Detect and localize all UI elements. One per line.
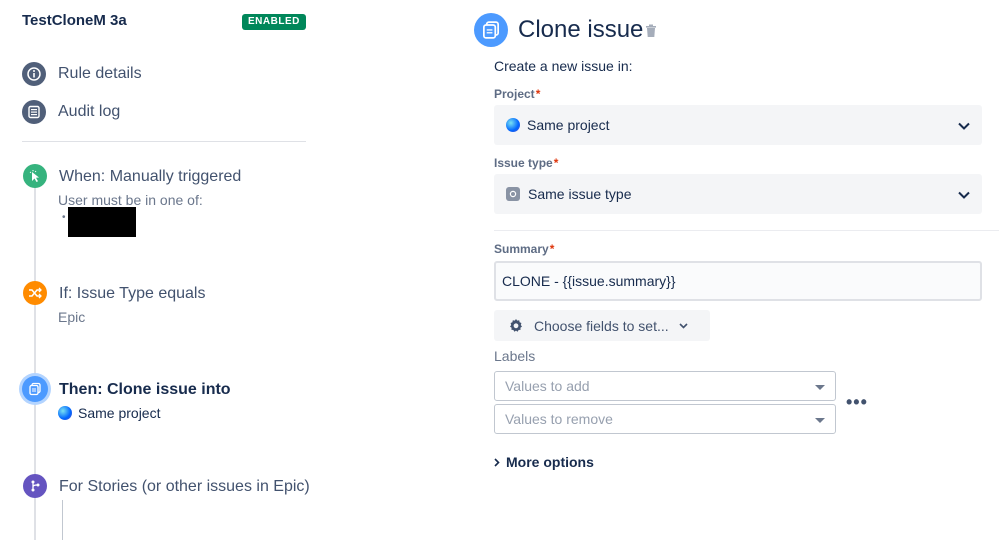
sidebar-divider [22, 141, 306, 142]
trash-icon[interactable] [645, 24, 657, 43]
issue-type-icon [506, 187, 520, 201]
action-step-subtitle-label: Same project [78, 405, 161, 421]
project-label: Project* [494, 87, 540, 101]
required-marker: * [549, 242, 555, 256]
panel-intro-text: Create a new issue in: [494, 58, 633, 74]
info-icon [22, 62, 46, 86]
panel-title: Clone issue [518, 16, 644, 43]
action-step-subtitle: Same project [58, 405, 160, 421]
project-select[interactable]: Same project [494, 105, 982, 145]
nav-item-rule-details[interactable]: Rule details [22, 62, 142, 86]
project-label-text: Project [494, 87, 535, 101]
condition-step-title[interactable]: If: Issue Type equals [59, 285, 205, 303]
section-divider [494, 230, 999, 231]
gear-icon [508, 318, 524, 334]
labels-title: Labels [494, 348, 536, 364]
redacted-user-group [68, 207, 136, 237]
labels-remove-placeholder: Values to remove [505, 411, 613, 427]
project-avatar-icon [506, 118, 520, 132]
bullet-point: • [62, 212, 66, 223]
branch-connector-line [62, 500, 63, 540]
clone-issue-icon [474, 13, 508, 47]
labels-add-select[interactable]: Values to add [494, 371, 836, 401]
summary-label: Summary* [494, 242, 554, 256]
caret-down-icon [815, 378, 825, 394]
more-actions-icon[interactable]: ••• [846, 392, 868, 413]
caret-down-icon [815, 411, 825, 427]
cursor-click-icon[interactable] [23, 164, 47, 188]
issue-type-label-text: Issue type [494, 156, 553, 170]
more-options-label: More options [506, 454, 594, 470]
chevron-down-icon [958, 117, 970, 133]
required-marker: * [535, 87, 541, 101]
choose-fields-button[interactable]: Choose fields to set... [494, 310, 710, 341]
labels-add-placeholder: Values to add [505, 378, 590, 394]
chevron-down-icon [679, 322, 688, 329]
summary-input-value: CLONE - {{issue.summary}} [502, 273, 676, 289]
summary-label-text: Summary [494, 242, 549, 256]
more-options-toggle[interactable]: More options [494, 454, 594, 470]
chevron-right-icon [494, 457, 500, 467]
summary-input[interactable]: CLONE - {{issue.summary}} [494, 261, 982, 301]
issue-type-select-value: Same issue type [528, 186, 632, 202]
branch-step-title[interactable]: For Stories (or other issues in Epic) [59, 478, 310, 496]
branch-icon[interactable] [23, 474, 47, 498]
clone-icon[interactable] [22, 376, 48, 402]
nav-item-audit-log[interactable]: Audit log [22, 100, 120, 124]
chevron-down-icon [958, 186, 970, 202]
trigger-step-subtitle: User must be in one of: [58, 192, 203, 208]
issue-type-label: Issue type* [494, 156, 558, 170]
project-select-value: Same project [527, 117, 610, 133]
shuffle-icon[interactable] [23, 281, 47, 305]
nav-item-label: Audit log [58, 103, 121, 120]
required-marker: * [553, 156, 559, 170]
status-badge: ENABLED [242, 14, 306, 30]
rule-title: TestCloneM 3a [22, 12, 127, 29]
list-icon [22, 100, 46, 124]
condition-step-subtitle: Epic [58, 309, 86, 325]
choose-fields-label: Choose fields to set... [534, 317, 669, 334]
nav-item-label: Rule details [58, 65, 142, 82]
issue-type-select[interactable]: Same issue type [494, 174, 982, 214]
labels-remove-select[interactable]: Values to remove [494, 404, 836, 434]
project-avatar-icon [58, 406, 72, 420]
trigger-step-title[interactable]: When: Manually triggered [59, 168, 241, 186]
action-step-title[interactable]: Then: Clone issue into [59, 381, 231, 399]
